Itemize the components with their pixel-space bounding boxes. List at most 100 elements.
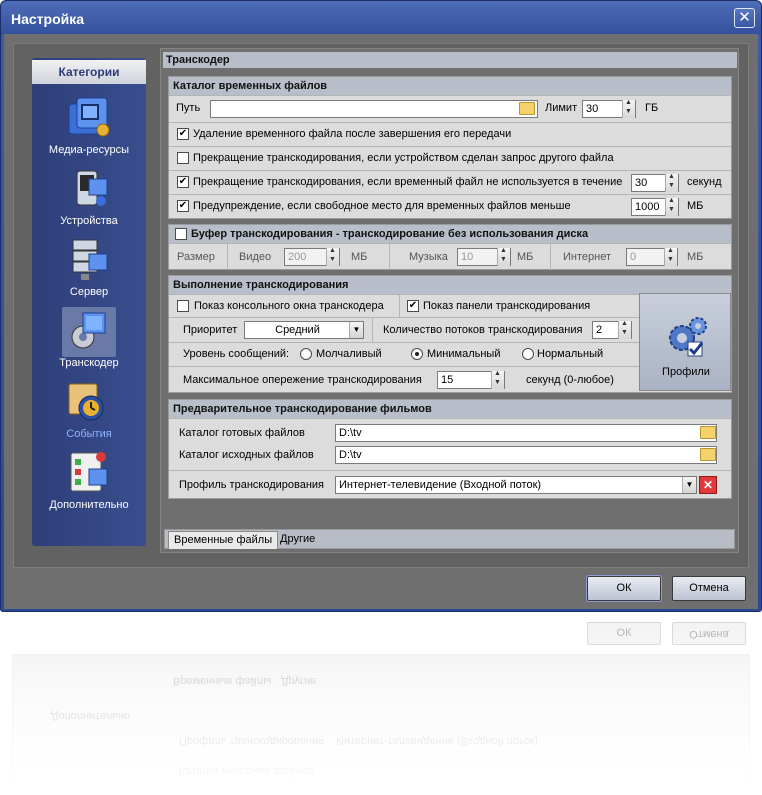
category-label: События [66, 428, 112, 440]
max-ahead-label: Максимальное опережение транскодирования [183, 374, 422, 386]
divider [372, 318, 373, 343]
music-unit: МБ [517, 251, 534, 263]
close-button[interactable]: ✕ [734, 8, 755, 28]
delete-profile-icon[interactable]: ✕ [699, 476, 717, 494]
warn-space-row: Предупреждение, если свободное место для… [169, 194, 731, 218]
internet-label: Интернет [563, 251, 611, 263]
pre-transcode-group: Предварительное транскодирование фильмов… [168, 399, 732, 499]
execution-title: Выполнение транскодирования [169, 276, 731, 294]
folder-browse-icon[interactable] [700, 448, 716, 461]
source-catalog-input[interactable]: D:\tv [335, 446, 717, 464]
stop-unused-spinner[interactable] [665, 173, 678, 192]
warn-space-spinner[interactable] [665, 197, 678, 216]
events-icon [68, 383, 104, 421]
category-label: Дополнительно [49, 499, 129, 511]
panel-reflection: Временные файлы Другие Дополнительно Про… [12, 654, 750, 784]
divider [550, 244, 551, 270]
music-label: Музыка [409, 251, 448, 263]
profile-row: Профиль транскодирования Интернет-телеви… [169, 470, 731, 498]
divider [389, 244, 390, 270]
level-minimal-label: Минимальный [427, 348, 501, 360]
tab-temp-files[interactable]: Временные файлы [168, 531, 279, 549]
show-panel-checkbox[interactable] [407, 300, 419, 312]
warn-space-unit: МБ [687, 200, 704, 212]
close-icon: ✕ [738, 9, 751, 26]
cancel-button[interactable]: Отмена [672, 576, 746, 601]
warn-space-checkbox[interactable] [177, 200, 189, 212]
threads-spinner[interactable] [618, 320, 631, 339]
stop-on-request-checkbox[interactable] [177, 152, 189, 164]
category-events[interactable]: События [32, 378, 146, 448]
cancel-button-reflection: Отмена [672, 622, 746, 645]
level-minimal-radio[interactable] [411, 348, 423, 360]
priority-label: Приоритет [183, 324, 238, 336]
category-server[interactable]: Сервер [32, 236, 146, 306]
sidebar-reflection: Дополнительно [51, 710, 131, 722]
internet-buffer-spinner[interactable] [664, 247, 677, 266]
temp-catalog-group: Каталог временных файлов Путь Лимит 30 Г… [168, 76, 732, 219]
delete-after-label: Удаление временного файла после завершен… [193, 128, 512, 140]
profiles-gear-icon [669, 317, 707, 357]
additional-icon [70, 452, 108, 492]
internet-unit: МБ [687, 251, 704, 263]
tab-other[interactable]: Другие [275, 531, 320, 549]
video-buffer-spinner[interactable] [326, 247, 339, 266]
category-additional[interactable]: Дополнительно [32, 449, 146, 519]
category-devices[interactable]: Устройства [32, 165, 146, 235]
path-input[interactable] [210, 100, 538, 118]
path-row: Путь Лимит 30 ГБ [169, 95, 731, 121]
server-icon [72, 239, 108, 280]
stop-unused-checkbox[interactable] [177, 176, 189, 188]
profile-select[interactable]: Интернет-телевидение (Входной поток) [335, 476, 697, 494]
bottom-tab-strip: Временные файлы Другие [164, 529, 735, 549]
stop-on-request-label: Прекращение транскодирования, если устро… [193, 152, 614, 164]
category-transcoder[interactable]: Транскодер [32, 307, 146, 377]
limit-unit: ГБ [645, 102, 659, 114]
priority-select[interactable]: Средний [244, 321, 364, 339]
ok-button[interactable]: ОК [586, 575, 662, 602]
profiles-button[interactable]: Профили [639, 293, 731, 391]
music-buffer-spinner[interactable] [497, 247, 510, 266]
stop-unused-label: Прекращение транскодирования, если време… [193, 176, 623, 188]
folder-browse-icon[interactable] [700, 426, 716, 439]
category-label: Устройства [60, 215, 118, 227]
chevron-down-icon[interactable]: ▼ [349, 322, 363, 338]
path-label: Путь [176, 102, 201, 114]
message-level-label: Уровень сообщений: [183, 348, 290, 360]
size-label: Размер [177, 251, 215, 263]
stop-on-request-row: Прекращение транскодирования, если устро… [169, 146, 731, 170]
source-catalog-label: Каталог исходных файлов [179, 449, 314, 461]
ready-catalog-input[interactable]: D:\tv [335, 424, 717, 442]
max-ahead-spinner[interactable] [491, 370, 504, 389]
category-label: Сервер [69, 286, 109, 298]
pre-transcode-title: Предварительное транскодирование фильмов [169, 400, 731, 418]
ok-button-reflection: ОК [587, 622, 661, 645]
buffer-title: Буфер транскодирования - транскодировани… [169, 225, 731, 243]
catalogs-row: Каталог готовых файлов D:\tv Каталог исх… [169, 418, 731, 468]
profile-value-reflection: Интернет-телевидение (Входной поток) [336, 735, 539, 747]
limit-spinner[interactable] [622, 99, 635, 118]
message-level-row: Уровень сообщений: Молчаливый Минимальны… [169, 342, 639, 366]
buffer-checkbox[interactable] [175, 228, 187, 240]
folder-browse-icon[interactable] [519, 102, 535, 115]
priority-row: Приоритет Средний ▼ Количество потоков т… [169, 317, 639, 343]
category-media-resources[interactable]: Медиа-ресурсы [32, 94, 146, 164]
media-resources-icon [68, 97, 110, 137]
video-unit: МБ [351, 251, 368, 263]
category-label: Медиа-ресурсы [48, 144, 130, 156]
profiles-label: Профили [662, 366, 710, 378]
max-ahead-row: Максимальное опережение транскодирования… [169, 366, 639, 392]
reflection-fade [0, 612, 762, 795]
video-label: Видео [239, 251, 272, 263]
show-panel-label: Показ панели транскодирования [423, 300, 591, 312]
level-silent-radio[interactable] [300, 348, 312, 360]
delete-after-checkbox[interactable] [177, 128, 189, 140]
show-console-checkbox[interactable] [177, 300, 189, 312]
chevron-down-icon[interactable]: ▼ [682, 477, 696, 493]
source-label-reflection: Каталог исходных файлов [179, 765, 314, 777]
console-options-row: Показ консольного окна транскодера Показ… [169, 294, 639, 318]
divider [399, 295, 400, 318]
tab-reflection: Временные файлы [173, 675, 272, 687]
title-bar[interactable]: Настройка ✕ [1, 1, 761, 35]
level-normal-radio[interactable] [522, 348, 534, 360]
